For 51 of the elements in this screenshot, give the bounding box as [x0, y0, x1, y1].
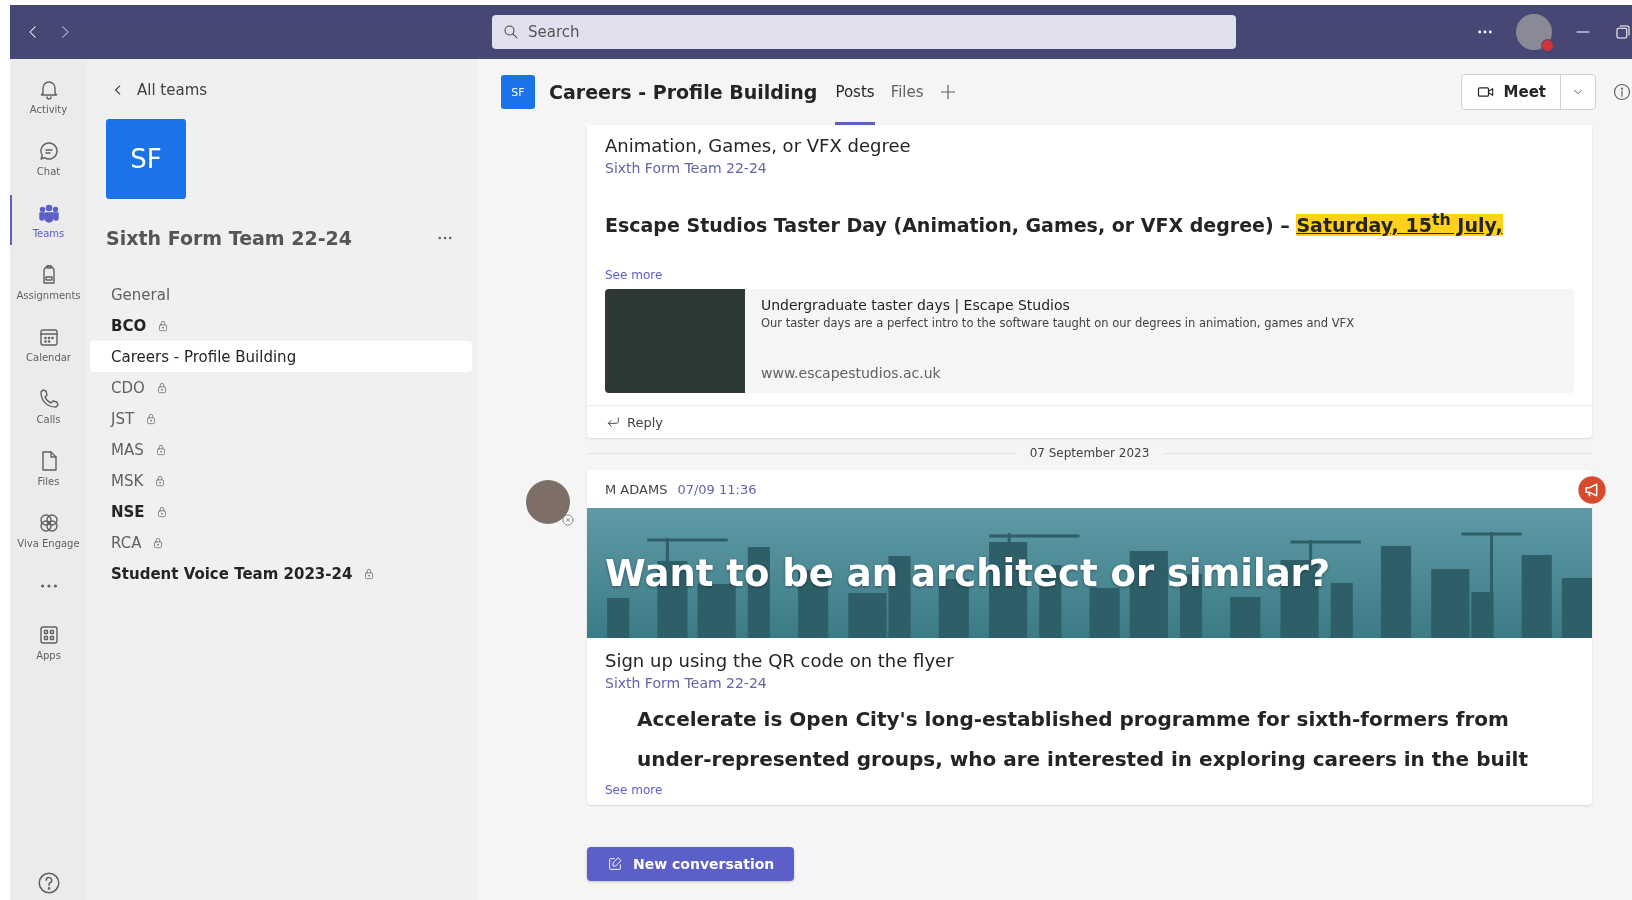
channel-item[interactable]: MAS	[90, 434, 472, 465]
status-icon	[561, 514, 574, 527]
author-name: M ADAMS	[605, 481, 668, 497]
rail-item[interactable]: Apps	[10, 611, 87, 673]
channel-tab[interactable]: Files	[890, 59, 924, 125]
rail-item[interactable]: Assignments	[10, 251, 87, 313]
team-tag: Sixth Form Team 22-24	[605, 160, 1574, 176]
preview-title: Undergraduate taster days | Escape Studios	[761, 297, 1071, 314]
new-conversation-button[interactable]: New conversation	[587, 847, 795, 882]
link-preview[interactable]: Undergraduate taster days | Escape Studios Our taster days are a perfect intro to the software taught on our degrees in animation, games and VFX www.escapestudios.ac.uk	[605, 289, 1574, 394]
rail-item[interactable]: Viva Engage	[10, 499, 87, 561]
rail-item[interactable]: Calls	[10, 375, 87, 437]
meet-button[interactable]: Meet	[1461, 75, 1561, 109]
user-avatar[interactable]	[1516, 14, 1552, 50]
rail-item[interactable]: Activity	[10, 65, 87, 127]
rail-item[interactable]: Calendar	[10, 313, 87, 375]
see-more-link[interactable]: See more	[605, 783, 663, 798]
channel-item[interactable]: CDO	[90, 372, 472, 403]
channel-title: Careers - Profile Building	[549, 81, 818, 103]
channel-item[interactable]: JST	[90, 403, 472, 434]
channel-item[interactable]: NSE	[90, 496, 472, 527]
post-heading: Escape Studios Taster Day (Animation, Games, or VFX degree) – Saturday, 15$^{th}$ July,	[605, 210, 1504, 237]
banner-heading: Want to be an architect or similar?	[604, 551, 1331, 595]
team-name: Sixth Form Team 22-24	[106, 227, 353, 249]
reply-button[interactable]: Reply	[587, 405, 1592, 439]
preview-description: Our taster days are a perfect intro to the software taught on our degrees in animation, games and VFX	[761, 316, 1355, 331]
post-time: 07/09 11:36	[677, 481, 757, 497]
rail-item[interactable]: Teams	[10, 189, 87, 251]
quoted-text: Accelerate is Open City's long-established programme for sixth-formers from under-represented groups, who are interested in exploring careers in the built	[637, 706, 1529, 774]
preview-url: www.escapestudios.ac.uk	[761, 365, 942, 384]
channel-item[interactable]: Careers - Profile Building	[90, 341, 472, 372]
compose-icon	[607, 856, 623, 873]
see-more-link[interactable]: See more	[605, 268, 663, 283]
post-text: Sign up using the QR code on the flyer	[605, 650, 955, 672]
info-icon[interactable]	[1612, 82, 1632, 102]
restore-icon[interactable]	[1614, 23, 1632, 41]
channel-avatar: SF	[501, 75, 535, 109]
rail-item[interactable]: Files	[10, 437, 87, 499]
team-avatar: SF	[106, 119, 186, 199]
date-divider: 07 September 2023	[1029, 446, 1150, 461]
all-teams-link[interactable]: All teams	[111, 81, 478, 99]
rail-item[interactable]: Chat	[10, 127, 87, 189]
channel-item[interactable]: RCA	[90, 527, 472, 558]
post-text: Animation, Games, or VFX degree	[605, 135, 912, 156]
channel-item[interactable]: MSK	[90, 465, 472, 496]
search-icon	[502, 23, 520, 41]
channel-item[interactable]: Student Voice Team 2023-24	[90, 558, 472, 589]
channel-item[interactable]: General	[90, 279, 472, 310]
team-tag: Sixth Form Team 22-24	[605, 675, 1574, 692]
search-field[interactable]: Search	[492, 15, 1236, 49]
channel-item[interactable]: BCO	[90, 310, 472, 341]
